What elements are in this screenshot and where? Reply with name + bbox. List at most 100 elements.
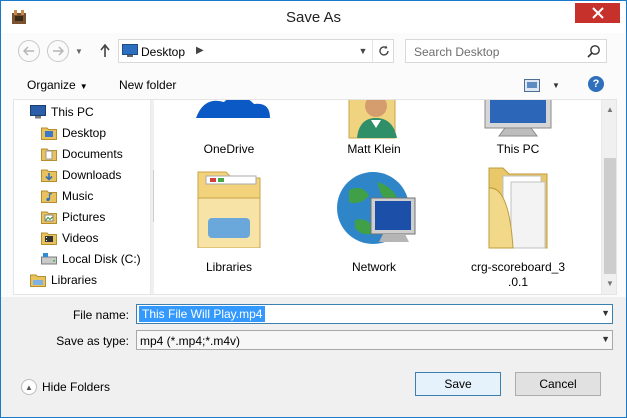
- file-name-value[interactable]: This File Will Play.mp4: [139, 306, 266, 322]
- navigation-pane[interactable]: This PC Desktop Documents Downloads Musi…: [14, 100, 154, 294]
- address-text[interactable]: Desktop: [141, 45, 185, 59]
- file-item-label[interactable]: Network: [319, 260, 429, 275]
- view-chevron-down-icon[interactable]: ▼: [552, 81, 560, 90]
- hide-folders-button[interactable]: ▲ Hide Folders: [21, 379, 110, 395]
- file-item-this-pc[interactable]: This PC: [463, 100, 573, 160]
- libraries-icon: [30, 274, 46, 287]
- file-item-label[interactable]: crg-scoreboard_3: [463, 260, 573, 275]
- sidebar-item-label[interactable]: Local Disk (C:): [62, 252, 141, 266]
- scroll-down-icon[interactable]: ▼: [602, 276, 616, 292]
- navigation-bar: ▼ Desktop ▶ ▼ Search Desktop: [1, 35, 626, 67]
- save-type-dropdown-icon[interactable]: ▼: [601, 334, 610, 344]
- file-item-label[interactable]: This PC: [463, 142, 573, 157]
- videos-icon: [41, 232, 57, 245]
- browser-panes: This PC Desktop Documents Downloads Musi…: [13, 99, 617, 295]
- search-icon[interactable]: [587, 44, 601, 58]
- sidebar-item-label[interactable]: This PC: [51, 105, 94, 119]
- file-item-folder[interactable]: crg-scoreboard_3 .0.1: [463, 167, 573, 292]
- computer-icon: [30, 105, 46, 119]
- file-item-label-line2[interactable]: .0.1: [463, 275, 573, 290]
- sidebar-item-libraries[interactable]: Libraries: [30, 270, 97, 290]
- forward-arrow-icon: [53, 46, 64, 56]
- save-type-label: Save as type:: [56, 334, 129, 348]
- change-view-button[interactable]: ▼: [524, 77, 560, 93]
- folder-icon: [488, 167, 548, 249]
- file-list[interactable]: OneDrive Matt Klein This PC Libraries Ne…: [169, 100, 601, 294]
- file-item-label[interactable]: OneDrive: [174, 142, 284, 157]
- refresh-icon: [378, 45, 389, 56]
- sidebar-item-desktop[interactable]: Desktop: [41, 123, 106, 143]
- window-title: Save As: [285, 9, 342, 26]
- close-button[interactable]: [575, 3, 620, 23]
- pictures-icon: [41, 211, 57, 224]
- scrollbar-thumb[interactable]: [153, 170, 154, 222]
- save-button[interactable]: Save: [415, 372, 501, 396]
- sidebar-item-label[interactable]: Desktop: [62, 126, 106, 140]
- downloads-icon: [41, 169, 57, 182]
- sidebar-item-label[interactable]: Libraries: [51, 273, 97, 287]
- file-item-onedrive[interactable]: OneDrive: [174, 100, 284, 160]
- back-arrow-icon: [23, 46, 34, 56]
- recent-locations-chevron-icon[interactable]: ▼: [75, 47, 83, 56]
- chevron-down-icon[interactable]: ▼: [80, 82, 88, 91]
- search-placeholder[interactable]: Search Desktop: [414, 45, 499, 59]
- file-item-network[interactable]: Network: [319, 168, 429, 278]
- forward-button[interactable]: [47, 40, 69, 62]
- command-bar: Organize ▼ New folder ▼ ?: [1, 69, 626, 99]
- hide-folders-label[interactable]: Hide Folders: [42, 380, 110, 394]
- file-name-dropdown-icon[interactable]: ▼: [601, 308, 610, 318]
- organize-label[interactable]: Organize: [27, 78, 76, 92]
- file-list-scrollbar[interactable]: ▲ ▼: [601, 100, 616, 294]
- desktop-icon: [122, 44, 138, 57]
- sidebar-item-label[interactable]: Pictures: [62, 210, 105, 224]
- dialog-footer: ▲ Hide Folders Save Cancel: [1, 357, 626, 417]
- file-item-label[interactable]: Libraries: [174, 260, 284, 275]
- desktop-folder-icon: [41, 127, 57, 140]
- music-icon: [41, 190, 57, 203]
- sidebar-item-pictures[interactable]: Pictures: [41, 207, 105, 227]
- scroll-down-icon[interactable]: ▼: [151, 276, 154, 292]
- save-type-value[interactable]: mp4 (*.mp4;*.m4v): [140, 334, 240, 348]
- save-form: File name: This File Will Play.mp4 ▼ Sav…: [1, 297, 626, 357]
- scroll-up-icon[interactable]: ▲: [151, 102, 154, 118]
- sidebar-item-downloads[interactable]: Downloads: [41, 165, 121, 185]
- documents-icon: [41, 148, 57, 161]
- breadcrumb-chevron-icon[interactable]: ▶: [196, 45, 204, 56]
- sidebar-item-videos[interactable]: Videos: [41, 228, 98, 248]
- collapse-up-icon[interactable]: ▲: [21, 379, 37, 395]
- scrollbar-thumb[interactable]: [604, 158, 616, 274]
- up-arrow-icon: [100, 44, 110, 57]
- organize-menu[interactable]: Organize ▼: [27, 78, 88, 92]
- sidebar-item-label[interactable]: Videos: [62, 231, 98, 245]
- disk-icon: [41, 253, 57, 265]
- navigation-pane-scrollbar[interactable]: ▲ ▼: [150, 100, 154, 294]
- sidebar-item-this-pc[interactable]: This PC: [30, 102, 94, 122]
- help-icon[interactable]: ?: [588, 76, 604, 92]
- search-box[interactable]: Search Desktop: [405, 39, 607, 63]
- back-button[interactable]: [18, 40, 40, 62]
- sidebar-item-label[interactable]: Downloads: [62, 168, 121, 182]
- sidebar-item-local-disk[interactable]: Local Disk (C:): [41, 249, 141, 269]
- close-icon: [591, 7, 604, 19]
- title-bar: Save As: [1, 1, 626, 33]
- file-item-user[interactable]: Matt Klein: [319, 100, 429, 160]
- address-dropdown-icon[interactable]: ▼: [355, 40, 371, 62]
- save-as-dialog: Save As ▼ Desktop ▶ ▼ Search Desktop Org…: [0, 0, 627, 418]
- sidebar-item-label[interactable]: Documents: [62, 147, 123, 161]
- new-folder-button[interactable]: New folder: [119, 78, 176, 92]
- save-type-select[interactable]: mp4 (*.mp4;*.m4v) ▼: [136, 330, 613, 350]
- file-item-libraries[interactable]: Libraries: [174, 168, 284, 278]
- scroll-up-icon[interactable]: ▲: [602, 102, 616, 118]
- view-icon: [524, 78, 540, 92]
- sidebar-item-label[interactable]: Music: [62, 189, 93, 203]
- refresh-button[interactable]: [372, 40, 394, 62]
- sidebar-item-documents[interactable]: Documents: [41, 144, 123, 164]
- cancel-button[interactable]: Cancel: [515, 372, 601, 396]
- file-item-label[interactable]: Matt Klein: [319, 142, 429, 157]
- file-name-field[interactable]: This File Will Play.mp4 ▼: [136, 304, 613, 324]
- file-name-label: File name:: [72, 308, 129, 322]
- sidebar-item-music[interactable]: Music: [41, 186, 93, 206]
- up-button[interactable]: [97, 41, 113, 61]
- network-icon: [337, 172, 416, 244]
- address-bar[interactable]: Desktop ▶ ▼: [118, 39, 394, 63]
